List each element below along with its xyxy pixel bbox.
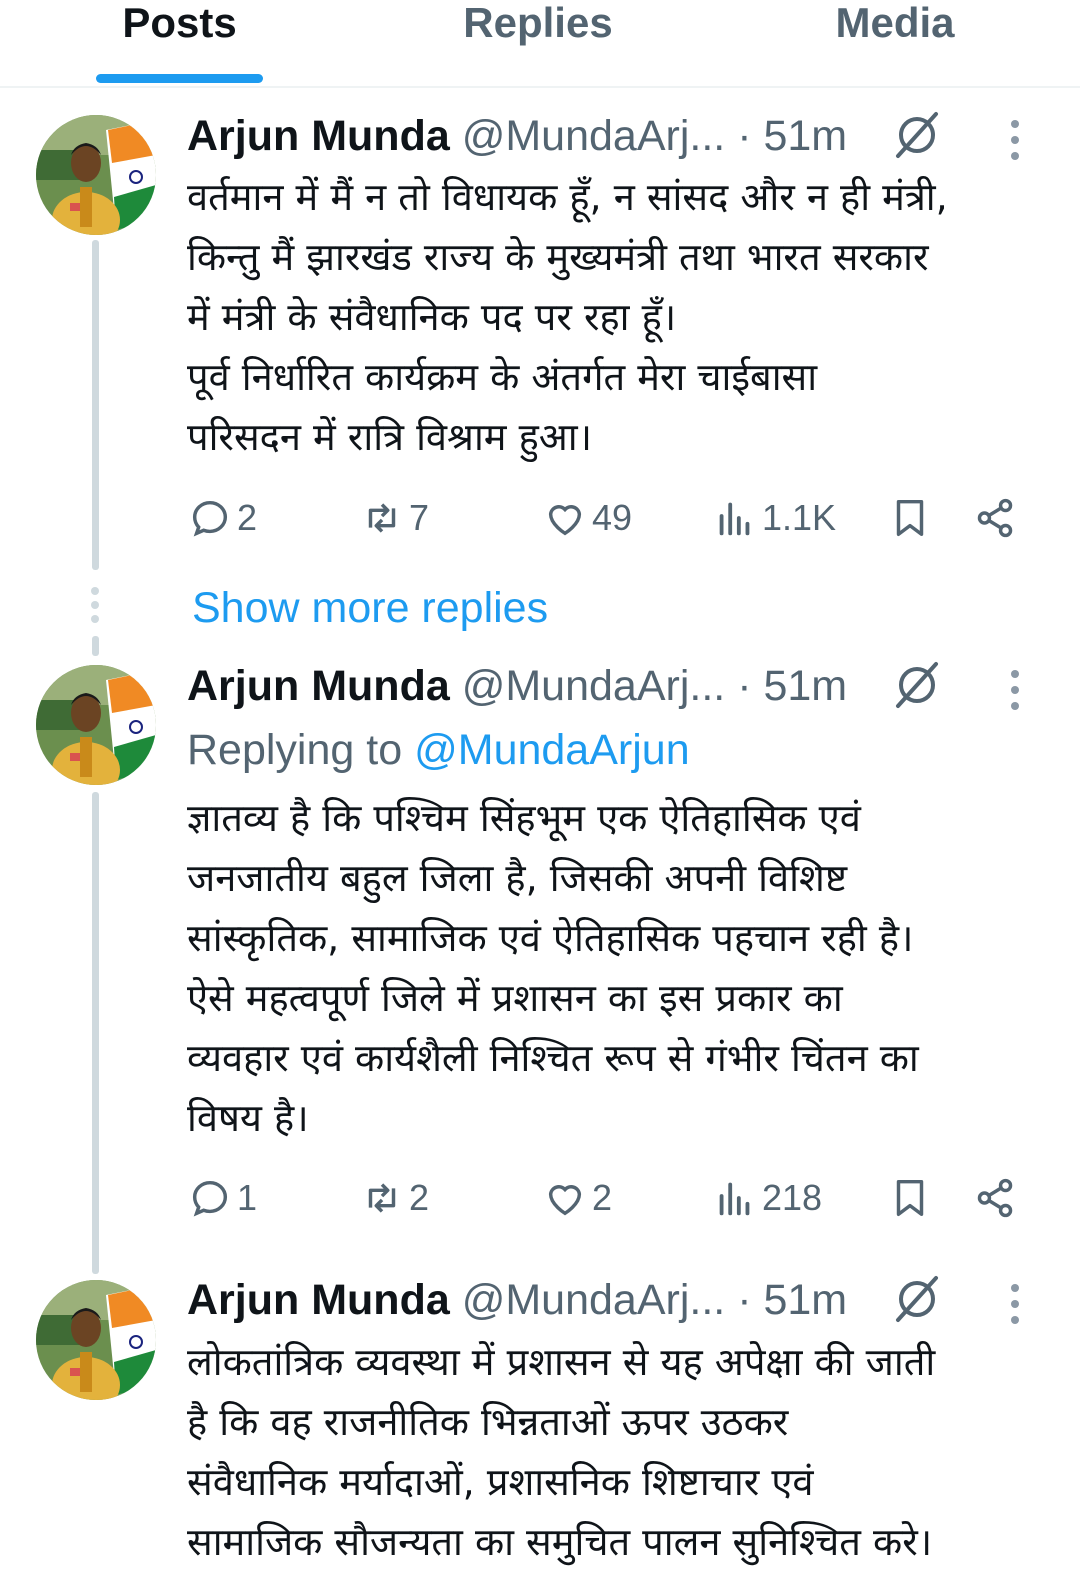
post[interactable]: Arjun Munda @MundaArj... · 51m वर्तमान म…: [0, 0, 1080, 576]
grok-icon[interactable]: [890, 658, 944, 712]
avatar[interactable]: [36, 115, 156, 235]
avatar[interactable]: [36, 1280, 156, 1400]
thread-line: [92, 636, 99, 656]
post[interactable]: Arjun Munda @MundaArj... · 51m लोकतांत्र…: [0, 1270, 1080, 1576]
repost-button[interactable]: 2: [359, 1170, 429, 1226]
separator-dot: ·: [737, 662, 752, 710]
avatar[interactable]: [36, 665, 156, 785]
more-options-icon[interactable]: [1000, 118, 1030, 162]
author-name[interactable]: Arjun Munda: [187, 1276, 450, 1324]
reply-count: 2: [237, 497, 258, 538]
author-handle[interactable]: @MundaArj...: [462, 112, 726, 160]
reply-button[interactable]: 1: [187, 1170, 257, 1226]
heart-icon: [548, 1185, 582, 1216]
like-button[interactable]: 2: [542, 1170, 612, 1226]
thread-gap-dots: [91, 587, 99, 623]
reply-count: 1: [237, 1177, 258, 1218]
bookmark-button[interactable]: [887, 1170, 933, 1226]
views-icon: [719, 502, 750, 536]
show-more-replies-link[interactable]: Show more replies: [192, 578, 548, 638]
post-header: Arjun Munda @MundaArj... · 51m: [187, 106, 847, 166]
replying-prefix: Replying to: [187, 726, 403, 774]
author-name[interactable]: Arjun Munda: [187, 662, 450, 710]
thread-line: [92, 792, 99, 1274]
more-options-icon[interactable]: [1000, 1282, 1030, 1326]
post[interactable]: Arjun Munda @MundaArj... · 51m Replying …: [0, 656, 1080, 1274]
views-button[interactable]: 218: [712, 1170, 822, 1226]
bookmark-icon: [896, 499, 924, 537]
author-handle[interactable]: @MundaArj...: [462, 1276, 726, 1324]
reply-icon: [192, 1180, 228, 1217]
mention-link[interactable]: @MundaArjun: [414, 726, 690, 774]
repost-icon: [368, 1183, 396, 1213]
replying-to: Replying to @MundaArjun: [187, 720, 690, 780]
heart-icon: [548, 505, 582, 536]
post-header: Arjun Munda @MundaArj... · 51m: [187, 1270, 847, 1330]
repost-count: 7: [409, 497, 430, 538]
post-text: लोकतांत्रिक व्यवस्था में प्रशासन से यह अ…: [187, 1340, 936, 1564]
grok-icon[interactable]: [890, 1272, 944, 1326]
post-text: ज्ञातव्य है कि पश्चिम सिंहभूम एक ऐतिहासि…: [187, 796, 919, 1140]
like-count: 2: [592, 1177, 613, 1218]
post-time[interactable]: 51m: [763, 112, 847, 160]
view-count: 1.1K: [762, 497, 837, 538]
bookmark-icon: [896, 1179, 924, 1217]
separator-dot: ·: [737, 1276, 752, 1324]
reply-icon: [192, 500, 228, 537]
post-time[interactable]: 51m: [763, 1276, 847, 1324]
post-header: Arjun Munda @MundaArj... · 51m: [187, 656, 847, 716]
post-text: वर्तमान में मैं न तो विधायक हूँ, न सांसद…: [187, 175, 948, 459]
view-count: 218: [762, 1177, 823, 1218]
post-actions: 2 7 49 1.1K: [187, 490, 1037, 546]
grok-icon[interactable]: [890, 108, 944, 162]
like-count: 49: [592, 497, 633, 538]
like-button[interactable]: 49: [542, 490, 632, 546]
author-name[interactable]: Arjun Munda: [187, 112, 450, 160]
repost-icon: [368, 503, 396, 533]
thread-line: [92, 240, 99, 570]
share-button[interactable]: [972, 490, 1018, 546]
more-options-icon[interactable]: [1000, 668, 1030, 712]
post-actions: 1 2 2 218: [187, 1170, 1037, 1226]
author-handle[interactable]: @MundaArj...: [462, 662, 726, 710]
share-icon: [977, 498, 1013, 538]
share-icon: [977, 1178, 1013, 1218]
reply-button[interactable]: 2: [187, 490, 257, 546]
share-button[interactable]: [972, 1170, 1018, 1226]
repost-button[interactable]: 7: [359, 490, 429, 546]
repost-count: 2: [409, 1177, 430, 1218]
views-button[interactable]: 1.1K: [712, 490, 836, 546]
separator-dot: ·: [737, 112, 752, 160]
post-time[interactable]: 51m: [763, 662, 847, 710]
views-icon: [719, 1182, 750, 1216]
bookmark-button[interactable]: [887, 490, 933, 546]
